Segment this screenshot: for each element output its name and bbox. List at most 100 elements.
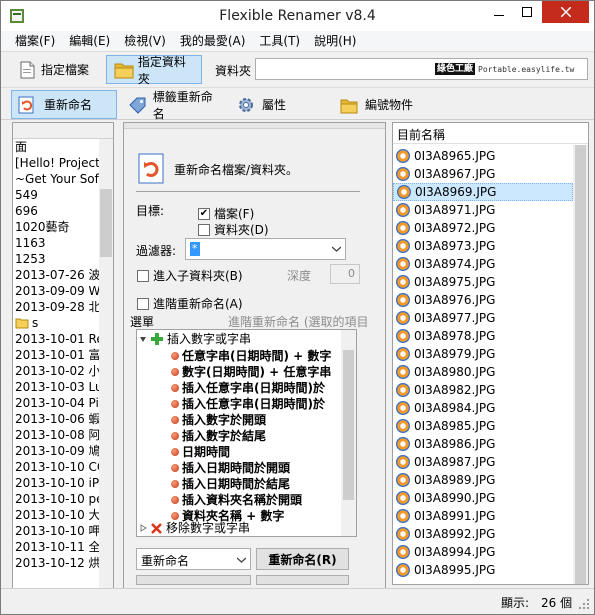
folder-list-item[interactable]: 2013-10-12 烘	[15, 555, 99, 571]
file-row[interactable]: 0I3A8967.JPG	[393, 165, 573, 183]
target-files-check[interactable]: ✔	[198, 207, 210, 220]
specify-files-button[interactable]: 指定檔案	[11, 55, 101, 84]
mode-rename-button[interactable]: 重新命名	[11, 90, 117, 119]
folder-list-item[interactable]: 2013-10-10 iPh	[15, 475, 99, 491]
file-row[interactable]: 0I3A8978.JPG	[393, 327, 573, 345]
options-tree-scroll-thumb[interactable]	[343, 350, 354, 500]
menu-edit[interactable]: 編輯(E)	[62, 31, 117, 51]
secondary-button-right[interactable]	[256, 575, 349, 585]
mode-number-button[interactable]: 編號物件	[333, 90, 425, 119]
file-row[interactable]: 0I3A8992.JPG	[393, 525, 573, 543]
folder-list-item[interactable]: 1253	[15, 251, 99, 267]
target-folders-check[interactable]	[198, 223, 210, 236]
folder-list-item[interactable]: 2013-10-10 大	[15, 507, 99, 523]
minimize-button[interactable]	[485, 1, 513, 23]
folder-list-item[interactable]: 2013-10-03 Lu	[15, 379, 99, 395]
folder-list-item[interactable]: 2013-10-09 鳩	[15, 443, 99, 459]
title-bar[interactable]: Flexible Renamer v8.4	[1, 1, 594, 31]
folder-list-item[interactable]: 面	[15, 139, 99, 155]
specify-folders-button[interactable]: 指定資料夾	[106, 55, 202, 86]
tree-option-item[interactable]: 日期時間	[171, 444, 230, 460]
menu-file[interactable]: 檔案(F)	[1, 31, 62, 51]
folder-list-item[interactable]: 2013-09-28 北	[15, 299, 99, 315]
folder-list-item[interactable]: 2013-07-26 波	[15, 267, 99, 283]
file-row[interactable]: 0I3A8973.JPG	[393, 237, 573, 255]
resize-grip-icon[interactable]	[579, 599, 589, 609]
rename-mode-combobox[interactable]: 重新命名	[136, 548, 251, 570]
menu-view[interactable]: 檢視(V)	[117, 31, 173, 51]
file-row[interactable]: 0I3A8985.JPG	[393, 417, 573, 435]
folder-list-scroll-thumb[interactable]	[100, 189, 112, 257]
file-row[interactable]: 0I3A8995.JPG	[393, 561, 573, 579]
secondary-button-left[interactable]	[136, 575, 251, 585]
tree-option-item[interactable]: 插入資料夾名稱於開頭	[171, 492, 302, 508]
folder-list-item[interactable]: ~Get Your Sof	[15, 171, 99, 187]
file-row[interactable]: 0I3A8979.JPG	[393, 345, 573, 363]
mode-tag-rename-button[interactable]: 標籤重新命名	[122, 90, 226, 121]
depth-input[interactable]: 0	[330, 264, 360, 284]
file-row[interactable]: 0I3A8991.JPG	[393, 507, 573, 525]
folder-list-item[interactable]: 2013-10-04 Pia	[15, 395, 99, 411]
tree-option-item[interactable]: 插入數字於開頭	[171, 412, 266, 428]
folder-list-item[interactable]: 549	[15, 187, 99, 203]
folder-list-item[interactable]: 1020藝奇	[15, 219, 99, 235]
file-row[interactable]: 0I3A8984.JPG	[393, 399, 573, 417]
tree-option-item[interactable]: 插入任意字串(日期時間)於	[171, 380, 325, 396]
column-header-current-name[interactable]: 目前名稱	[393, 123, 588, 144]
folder-list-scrollbar[interactable]	[99, 139, 113, 606]
tree-option-item[interactable]: 插入日期時間於開頭	[171, 460, 290, 476]
subfolders-check[interactable]	[137, 269, 149, 282]
tree-option-item[interactable]: 數字(日期時間) + 任意字串	[171, 364, 331, 380]
tree-option-item[interactable]: 插入數字於結尾	[171, 428, 266, 444]
file-list-scrollbar[interactable]	[573, 145, 588, 584]
file-row[interactable]: 0I3A8976.JPG	[393, 291, 573, 309]
folder-list-item[interactable]: 2013-10-10 呷	[15, 523, 99, 539]
folder-list-item[interactable]: [Hello! Project	[15, 155, 99, 171]
filter-combobox[interactable]: *	[185, 238, 346, 260]
folder-list-item[interactable]: 2013-10-08 阿	[15, 427, 99, 443]
rename-button[interactable]: 重新命名(R)	[256, 548, 349, 570]
folder-list-item[interactable]: 2013-10-01 Re	[15, 331, 99, 347]
maximize-button[interactable]	[513, 1, 541, 23]
folder-list-item[interactable]: 2013-10-11 全	[15, 539, 99, 555]
file-row[interactable]: 0I3A8982.JPG	[393, 381, 573, 399]
menu-help[interactable]: 說明(H)	[307, 31, 363, 51]
file-row[interactable]: 0I3A8986.JPG	[393, 435, 573, 453]
folder-list-item[interactable]: 2013-10-10 pe	[15, 491, 99, 507]
target-files-checkbox[interactable]: ✔ 檔案(F)	[198, 205, 254, 222]
folder-tree-panel[interactable]: 面 [Hello! Project ~Get Your Sof 549 696 1020藝…	[12, 122, 114, 607]
folder-list-item[interactable]: 2013-10-02 小	[15, 363, 99, 379]
rename-options-tree[interactable]: 插入數字或字串 任意字串(日期時間) + 數字 數字(日期時間) + 任意字串 插入…	[136, 329, 357, 537]
folder-list-item[interactable]: 2013-10-06 蝦	[15, 411, 99, 427]
target-folders-checkbox[interactable]: 資料夾(D)	[198, 221, 269, 238]
tree-option-item[interactable]: 插入任意字串(日期時間)於	[171, 396, 325, 412]
file-row[interactable]: 0I3A8977.JPG	[393, 309, 573, 327]
menu-favorites[interactable]: 我的最愛(A)	[173, 31, 253, 51]
file-list-scroll-thumb[interactable]	[575, 145, 586, 584]
file-row[interactable]: 0I3A8972.JPG	[393, 219, 573, 237]
file-row[interactable]: 0I3A8987.JPG	[393, 453, 573, 471]
advanced-rename-check[interactable]	[137, 297, 149, 310]
file-row[interactable]: 0I3A8969.JPG	[393, 183, 573, 201]
folder-list-item[interactable]: 2013-09-09 W	[15, 283, 99, 299]
advanced-rename-checkbox[interactable]: 進階重新命名(A)	[137, 295, 243, 312]
file-row[interactable]: 0I3A8989.JPG	[393, 471, 573, 489]
close-button[interactable]	[542, 1, 589, 23]
file-row[interactable]: 0I3A8990.JPG	[393, 489, 573, 507]
file-row[interactable]: 0I3A8965.JPG	[393, 147, 573, 165]
file-row[interactable]: 0I3A8974.JPG	[393, 255, 573, 273]
mode-attributes-button[interactable]: 屬性	[230, 90, 300, 119]
subfolders-checkbox[interactable]: 進入子資料夾(B)	[137, 267, 243, 284]
file-list-panel[interactable]: 目前名稱 0I3A8965.JPG 0I3A8967.JPG 0I3A8969.JP…	[392, 122, 589, 585]
tree-option-item[interactable]: 任意字串(日期時間) + 數字	[171, 348, 331, 364]
folder-list-item[interactable]: 2013-10-10 CC	[15, 459, 99, 475]
file-row[interactable]: 0I3A8994.JPG	[393, 543, 573, 561]
folder-list-item[interactable]: 696	[15, 203, 99, 219]
tree-group-insert[interactable]: 插入數字或字串	[139, 331, 251, 347]
tree-group-remove[interactable]: 移除數字或字串	[139, 520, 250, 536]
file-row[interactable]: 0I3A8980.JPG	[393, 363, 573, 381]
options-tree-scrollbar[interactable]	[341, 330, 356, 536]
folder-list-item[interactable]: 1163	[15, 235, 99, 251]
folder-list-item[interactable]: 2013-10-01 富	[15, 347, 99, 363]
folder-list-item[interactable]: s	[15, 315, 99, 331]
